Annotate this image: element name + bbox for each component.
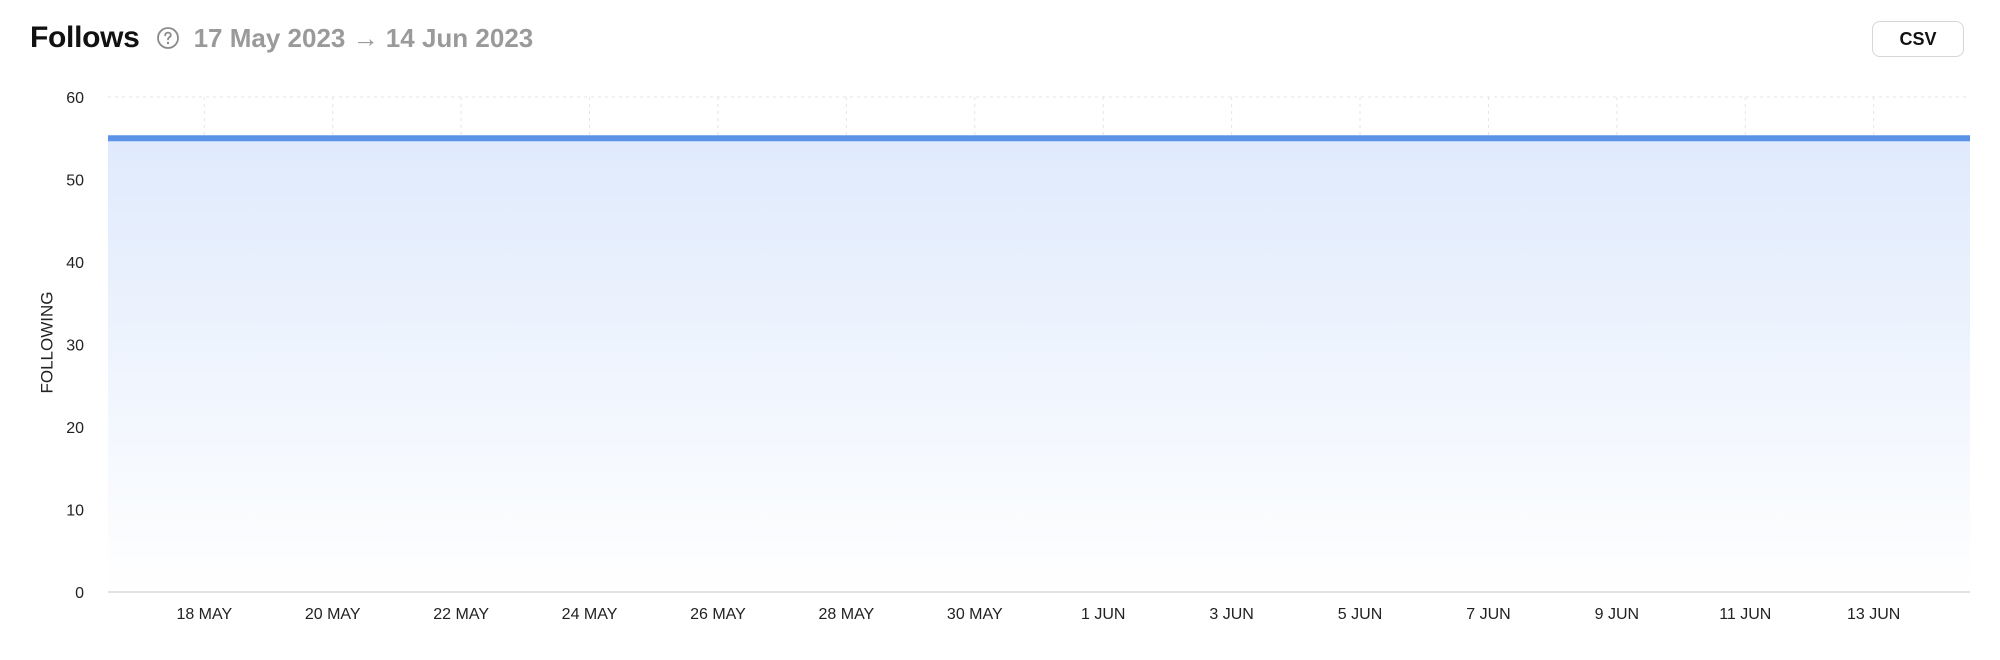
- y-tick-label: 10: [66, 503, 84, 520]
- x-tick-label: 24 MAY: [562, 606, 618, 623]
- x-tick-label: 20 MAY: [305, 606, 361, 623]
- y-tick-label: 30: [66, 338, 84, 355]
- x-tick-label: 5 JUN: [1338, 606, 1382, 623]
- y-tick-label: 40: [66, 255, 84, 272]
- x-tick-label: 22 MAY: [433, 606, 489, 623]
- x-tick-label: 11 JUN: [1719, 606, 1771, 623]
- y-axis-label: FOLLOWING: [37, 291, 56, 393]
- follows-chart: 0 10 20 30 40 50 60 18 MAY 20 MAY 22 MAY 24 MAY 26 …: [37, 90, 1970, 623]
- x-tick-label: 1 JUN: [1081, 606, 1125, 623]
- y-tick-label: 20: [66, 420, 84, 437]
- x-tick-label: 26 MAY: [690, 606, 746, 623]
- y-tick-label: 50: [66, 173, 84, 190]
- x-tick-label: 9 JUN: [1595, 606, 1639, 623]
- x-tick-label: 13 JUN: [1847, 606, 1900, 623]
- x-tick-label: 30 MAY: [947, 606, 1003, 623]
- y-tick-label: 0: [75, 585, 84, 602]
- x-tick-label: 3 JUN: [1209, 606, 1253, 623]
- area-fill: [108, 138, 1970, 592]
- y-tick-label: 60: [66, 90, 84, 107]
- x-tick-label: 28 MAY: [819, 606, 875, 623]
- area-series: [108, 135, 1970, 592]
- x-tick-label: 18 MAY: [176, 606, 232, 623]
- x-tick-label: 7 JUN: [1466, 606, 1510, 623]
